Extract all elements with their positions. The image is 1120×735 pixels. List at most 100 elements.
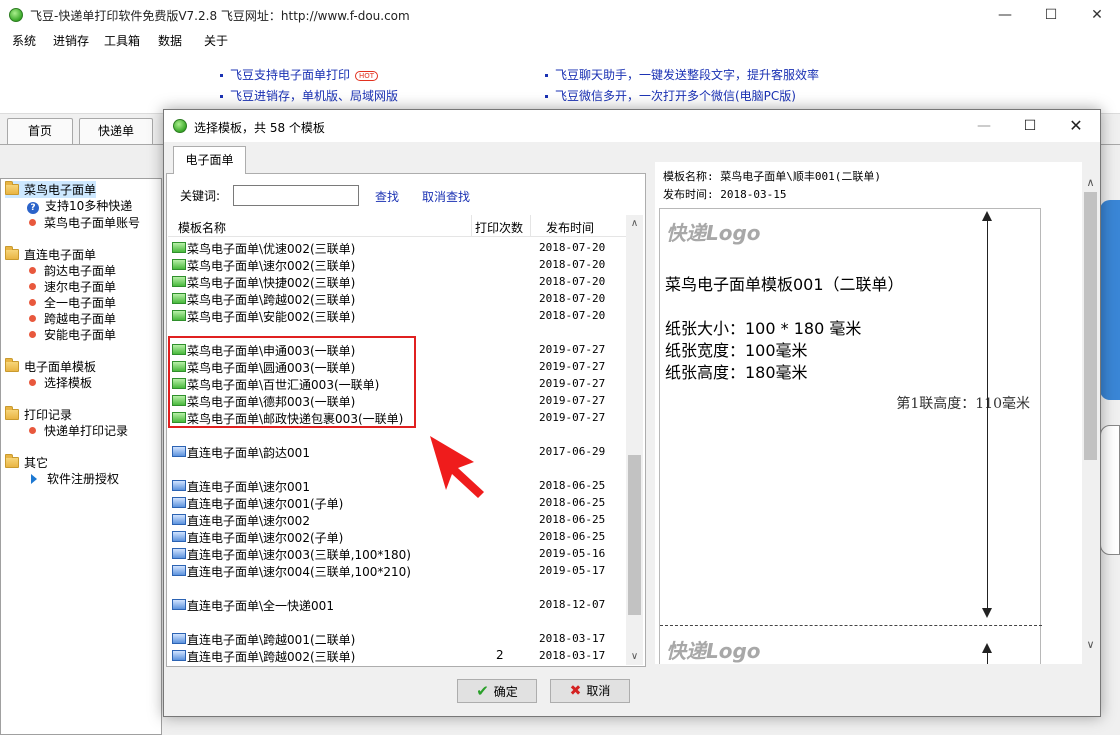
checkmark-icon: ✔ [476, 682, 489, 700]
tab-home[interactable]: 首页 [7, 118, 73, 144]
row-template-name: 菜鸟电子面单\安能002(三联单) [187, 310, 356, 324]
row-template-name: 直连电子面单\速尔003(三联单,100*180) [187, 548, 411, 562]
dialog-title: 选择模板，共 58 个模板 [194, 121, 325, 135]
table-row[interactable]: 直连电子面单\速尔002 2018-06-25 [168, 511, 628, 528]
template-title: 菜鸟电子面单模板001（二联单） [665, 275, 904, 294]
maximize-button[interactable]: ☐ [1028, 0, 1074, 30]
scroll-down-icon[interactable]: ∨ [626, 648, 643, 665]
cancel-search-link[interactable]: 取消查找 [422, 188, 470, 205]
tree-group-other[interactable]: 其它 [5, 454, 48, 471]
close-button[interactable]: ✕ [1074, 0, 1120, 30]
dialog-minimize-button: — [977, 118, 991, 134]
tree-group-cainiao[interactable]: 菜鸟电子面单 [5, 181, 97, 198]
folder-icon [5, 358, 19, 372]
column-header-date[interactable]: 发布时间 [546, 219, 594, 236]
folder-icon [5, 454, 19, 468]
table-row[interactable]: 直连电子面单\速尔003(三联单,100*180) 2019-05-16 [168, 545, 628, 562]
tree-group-templates[interactable]: 电子面单模板 [5, 358, 96, 375]
table-row[interactable]: 直连电子面单\全一快递001 2018-12-07 [168, 596, 628, 613]
side-panel-white [1100, 425, 1120, 555]
table-row[interactable]: 直连电子面单\速尔002(子单) 2018-06-25 [168, 528, 628, 545]
dialog-close-button[interactable]: ✕ [1053, 110, 1099, 142]
dot-icon [29, 379, 36, 386]
table-row[interactable]: 直连电子面单\跨越002(三联单) 2 2018-03-17 [168, 647, 628, 664]
tree-item[interactable]: 选择模板 [29, 374, 92, 391]
scroll-up-icon[interactable]: ∧ [626, 215, 643, 232]
tree-item[interactable]: 韵达电子面单 [29, 262, 116, 279]
tab-e-waybill[interactable]: 电子面单 [173, 146, 246, 174]
tree-group-print-records[interactable]: 打印记录 [5, 406, 72, 423]
menu-data[interactable]: 数据 [158, 32, 182, 49]
menu-system[interactable]: 系统 [12, 32, 36, 49]
dialog-maximize-button[interactable]: ☐ [1007, 110, 1053, 142]
preview-info: 模板名称: 菜鸟电子面单\顺丰001(二联单) 发布时间: 2018-03-15 [655, 162, 1082, 204]
tree-item[interactable]: 跨越电子面单 [29, 310, 116, 327]
menu-toolbox[interactable]: 工具箱 [104, 32, 140, 49]
paper-preview: 快递Logo 菜鸟电子面单模板001（二联单） 纸张大小：100 * 180 毫… [659, 208, 1042, 664]
table-row[interactable]: 直连电子面单\跨越001(二联单) 2018-03-17 [168, 630, 628, 647]
template-icon [172, 565, 186, 576]
table-row[interactable]: 菜鸟电子面单\快捷002(三联单) 2018-07-20 [168, 273, 628, 290]
dimension-line [987, 215, 988, 616]
folder-icon [5, 406, 19, 420]
dot-icon [29, 315, 36, 322]
row-template-name: 直连电子面单\跨越002(三联单) [187, 650, 356, 664]
part-height-note: 第1联高度：110毫米 [896, 396, 1030, 412]
table-row[interactable]: 直连电子面单\韵达001 2017-06-29 [168, 443, 628, 460]
template-icon [172, 514, 186, 525]
cancel-button[interactable]: ✖ 取消 [550, 679, 630, 703]
preview-publish-date: 发布时间: 2018-03-15 [663, 188, 787, 201]
table-row[interactable]: 菜鸟电子面单\跨越002(三联单) 2018-07-20 [168, 290, 628, 307]
search-link[interactable]: 查找 [375, 188, 399, 205]
table-row[interactable]: 菜鸟电子面单\安能002(三联单) 2018-07-20 [168, 307, 628, 324]
promo-link[interactable]: 飞豆聊天助手，一键发送整段文字，提升客服效率 [545, 66, 819, 83]
minimize-button[interactable]: — [982, 0, 1028, 30]
column-header-name[interactable]: 模板名称 [178, 219, 226, 236]
scroll-down-icon[interactable]: ∨ [1082, 636, 1099, 653]
app-logo-icon [173, 119, 187, 133]
template-list[interactable]: 模板名称 打印次数 发布时间 菜鸟电子面单\优速002(三联单) 2018-07-… [168, 215, 644, 665]
tree-item[interactable]: 菜鸟电子面单账号 [29, 214, 140, 231]
promo-link[interactable]: 飞豆微信多开，一次打开多个微信(电脑PC版) [545, 87, 796, 104]
table-row[interactable]: 直连电子面单\速尔001 2018-06-25 [168, 477, 628, 494]
tree-item[interactable]: 安能电子面单 [29, 326, 116, 343]
keyword-input[interactable] [233, 185, 359, 206]
tree-item[interactable]: 快递单打印记录 [29, 422, 128, 439]
table-row[interactable]: 菜鸟电子面单\速尔002(三联单) 2018-07-20 [168, 256, 628, 273]
scroll-thumb[interactable] [628, 455, 641, 615]
row-publish-date: 2017-06-29 [539, 445, 606, 458]
table-row[interactable]: 直连电子面单\速尔001(子单) 2018-06-25 [168, 494, 628, 511]
dialog-titlebar: 选择模板，共 58 个模板 — ☐ ✕ [164, 110, 1100, 142]
scroll-up-icon[interactable]: ∧ [1082, 174, 1099, 191]
template-icon [172, 531, 186, 542]
tree-item[interactable]: 全一电子面单 [29, 294, 116, 311]
row-publish-date: 2019-07-27 [539, 411, 606, 424]
table-row[interactable]: 直连电子面单\速尔004(三联单,100*210) 2019-05-17 [168, 562, 628, 579]
column-header-count[interactable]: 打印次数 [475, 219, 523, 236]
table-row[interactable]: 菜鸟电子面单\优速002(三联单) 2018-07-20 [168, 239, 628, 256]
row-publish-date: 2018-12-07 [539, 598, 606, 611]
menu-inventory[interactable]: 进销存 [53, 32, 89, 49]
hot-badge: HOT [355, 70, 379, 81]
dot-icon [29, 267, 36, 274]
menu-about[interactable]: 关于 [204, 32, 228, 49]
scroll-thumb[interactable] [1084, 192, 1097, 460]
tree-item[interactable]: 软件注册授权 [29, 470, 119, 487]
tab-waybill[interactable]: 快递单 [79, 118, 153, 144]
courier-logo-placeholder: 快递Logo [666, 639, 761, 663]
tree-item[interactable]: ? 支持10多种快递 [27, 197, 132, 214]
promo-link[interactable]: 飞豆支持电子面单打印 HOT [220, 66, 379, 83]
ok-button[interactable]: ✔ 确定 [457, 679, 537, 703]
list-body: 菜鸟电子面单\优速002(三联单) 2018-07-20 菜鸟电子面单\速尔002(… [168, 237, 628, 665]
help-icon: ? [27, 202, 39, 214]
preview-scrollbar[interactable]: ∧ ∨ [1082, 162, 1099, 664]
promo-link[interactable]: 飞豆进销存，单机版、局域网版 [220, 87, 398, 104]
list-scrollbar[interactable]: ∧ ∨ [626, 215, 643, 665]
row-template-name: 直连电子面单\跨越001(二联单) [187, 633, 356, 647]
app-title: 飞豆-快递单打印软件免费版V7.2.8 飞豆网址：http://www.f-do… [30, 9, 410, 23]
template-icon [172, 548, 186, 559]
tree-item[interactable]: 速尔电子面单 [29, 278, 116, 295]
arrow-down-icon [982, 608, 992, 618]
tree-group-direct[interactable]: 直连电子面单 [5, 246, 96, 263]
row-publish-date: 2019-05-16 [539, 547, 606, 560]
